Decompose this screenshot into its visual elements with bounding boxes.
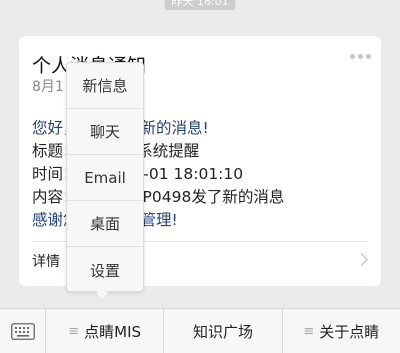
menu-tab-about[interactable]: ≡ 关于点睛 xyxy=(283,309,400,353)
menu-lines-icon: ≡ xyxy=(68,323,80,339)
menu-tab-label: 关于点睛 xyxy=(319,322,380,341)
menu-tab-label: 点睛MIS xyxy=(84,322,142,341)
submenu-item-email[interactable]: Email xyxy=(67,155,143,201)
menu-tab-dianjing-mis[interactable]: ≡ 点睛MIS xyxy=(46,309,165,353)
more-dots-icon[interactable] xyxy=(350,54,371,59)
menu-lines-icon: ≡ xyxy=(303,323,315,339)
chevron-right-icon[interactable] xyxy=(355,253,368,266)
menu-tab-label: 知识广场 xyxy=(192,322,253,341)
submenu-item-settings[interactable]: 设置 xyxy=(67,247,143,293)
submenu-item-chat[interactable]: 聊天 xyxy=(67,109,143,155)
keyboard-icon xyxy=(10,323,35,340)
bottom-menu-bar: ≡ 点睛MIS 知识广场 ≡ 关于点睛 xyxy=(0,308,400,353)
menu-tab-knowledge-square[interactable]: 知识广场 xyxy=(164,309,283,353)
message-timestamp: 昨天 18:01 xyxy=(164,0,236,10)
submenu-item-new-info[interactable]: 新信息 xyxy=(67,63,143,109)
keyboard-toggle-button[interactable] xyxy=(0,309,46,353)
submenu-item-desktop[interactable]: 桌面 xyxy=(67,201,143,247)
submenu-popup: 新信息 聊天 Email 桌面 设置 xyxy=(66,62,144,292)
detail-link-label[interactable]: 详情 xyxy=(32,251,60,271)
